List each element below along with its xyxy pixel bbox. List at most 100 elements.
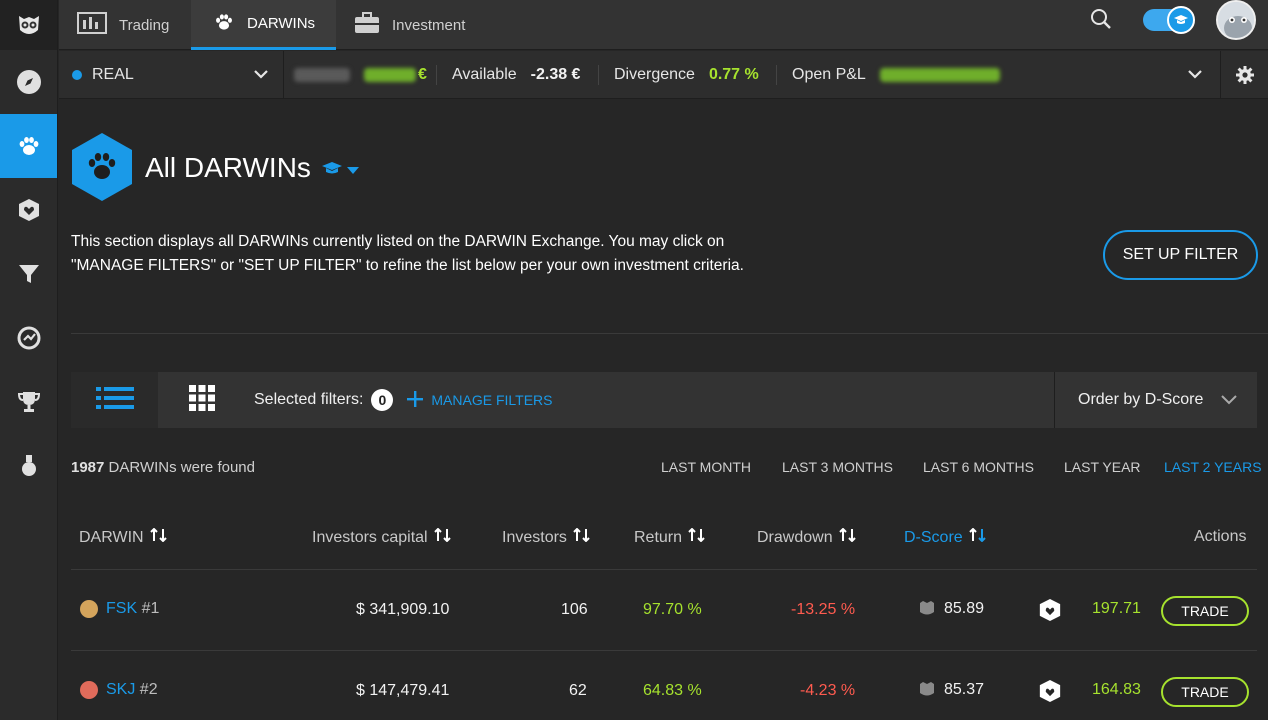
- dscore-paw-icon: [918, 599, 936, 622]
- period-last-2-years[interactable]: LAST 2 YEARS: [1164, 459, 1262, 475]
- tab-trading[interactable]: Trading: [59, 0, 191, 50]
- list-view-button[interactable]: [71, 372, 158, 428]
- chevron-down-icon[interactable]: [1187, 67, 1203, 86]
- period-last-month[interactable]: LAST MONTH: [661, 459, 751, 475]
- account-selector[interactable]: REAL: [59, 51, 284, 99]
- academy-mode-toggle[interactable]: [1143, 6, 1195, 34]
- backtest-icon[interactable]: [0, 306, 57, 370]
- medal-icon[interactable]: [0, 434, 57, 498]
- order-by-dropdown[interactable]: Order by D-Score: [1054, 372, 1257, 428]
- investors-count: 106: [561, 601, 588, 618]
- darwins-hexagon-icon: [71, 132, 133, 207]
- account-name: REAL: [92, 66, 134, 83]
- header-dscore-label: D-Score: [904, 528, 963, 546]
- avatar[interactable]: [1216, 0, 1256, 40]
- grid-view-button[interactable]: [158, 372, 245, 428]
- period-last-6-months[interactable]: LAST 6 MONTHS: [923, 459, 1034, 475]
- drawdown-value: -4.23 %: [800, 682, 856, 699]
- darwin-ticker: SKJ: [106, 681, 136, 698]
- header-drawdown[interactable]: Drawdown: [757, 527, 857, 547]
- paw-icon: [213, 11, 235, 37]
- trade-button[interactable]: TRADE: [1161, 596, 1249, 626]
- results-number: 1987: [71, 459, 105, 476]
- trade-button[interactable]: TRADE: [1161, 677, 1249, 707]
- shield-heart-icon[interactable]: [1039, 679, 1061, 708]
- top-navigation: Trading DARWINs Investment: [59, 0, 1268, 50]
- plus-icon: [407, 390, 424, 410]
- header-darwin-label: DARWIN: [79, 528, 144, 546]
- sort-desc-icon: [968, 527, 987, 547]
- divider: [776, 65, 777, 85]
- divider: [598, 65, 599, 85]
- graduation-cap-icon: [321, 160, 343, 181]
- equity-currency: €: [418, 66, 427, 83]
- hidden-value: [364, 68, 416, 82]
- trophy-icon[interactable]: [0, 370, 57, 434]
- search-icon[interactable]: [1090, 8, 1112, 35]
- gear-icon[interactable]: [1220, 51, 1268, 99]
- dscore-paw-icon: [918, 680, 936, 703]
- chevron-down-icon: [253, 67, 269, 86]
- period-last-3-months[interactable]: LAST 3 MONTHS: [782, 459, 893, 475]
- compass-icon[interactable]: [0, 50, 57, 114]
- table-row[interactable]: FSK #1 $ 341,909.10 106 97.70 % -13.25 %…: [71, 571, 1257, 651]
- order-by-label: Order by D-Score: [1078, 391, 1204, 408]
- manage-filters-button[interactable]: MANAGE FILTERS: [407, 390, 552, 410]
- graduation-cap-icon: [1167, 6, 1195, 34]
- divergence-value: 0.77 %: [708, 66, 759, 83]
- header-dscore[interactable]: D-Score: [904, 527, 987, 547]
- account-bar: REAL € Available -2.38 € Divergence 0.77…: [59, 51, 1268, 99]
- header-capital-label: Investors capital: [312, 528, 428, 546]
- tab-investment[interactable]: Investment: [336, 0, 496, 50]
- owl-logo-icon[interactable]: [0, 0, 57, 50]
- academy-dropdown[interactable]: [321, 160, 359, 181]
- darwin-name[interactable]: SKJ #2: [106, 681, 158, 699]
- tab-trading-label: Trading: [119, 16, 170, 34]
- header-actions: Actions: [1194, 528, 1247, 545]
- sort-icon: [688, 527, 706, 547]
- grid-icon: [188, 384, 215, 416]
- selected-filters: Selected filters: 0 MANAGE FILTERS: [254, 372, 552, 428]
- shield-heart-icon[interactable]: [0, 178, 57, 242]
- header-darwin[interactable]: DARWIN: [79, 527, 168, 547]
- tab-darwins[interactable]: DARWINs: [191, 0, 336, 50]
- header-investors[interactable]: Investors: [502, 527, 591, 547]
- period-last-year[interactable]: LAST YEAR: [1064, 459, 1141, 475]
- darwin-rank: #1: [141, 600, 160, 617]
- dscore-value: 85.89: [944, 600, 985, 617]
- briefcase-icon: [354, 12, 380, 38]
- header-investors-capital[interactable]: Investors capital: [312, 527, 452, 547]
- filter-toolbar: Selected filters: 0 MANAGE FILTERS Order…: [71, 372, 1257, 428]
- drawdown-value: -13.25 %: [791, 601, 856, 618]
- header-drawdown-label: Drawdown: [757, 528, 833, 546]
- header-return-label: Return: [634, 528, 683, 546]
- results-count: 1987 DARWINs were found: [71, 459, 255, 476]
- open-pl-stat: Open P&L: [792, 51, 1000, 99]
- darwin-color-dot: [80, 600, 98, 618]
- selected-filters-label: Selected filters:: [254, 391, 364, 408]
- chart-icon: [77, 12, 107, 38]
- list-icon: [95, 386, 134, 415]
- open-pl-label: Open P&L: [792, 66, 866, 83]
- header-investors-label: Investors: [502, 528, 567, 546]
- performance-value: 197.71: [1092, 600, 1141, 617]
- set-up-filter-button[interactable]: SET UP FILTER: [1103, 230, 1258, 280]
- filter-icon[interactable]: [0, 242, 57, 306]
- available-value: -2.38 €: [530, 66, 581, 83]
- dscore-value: 85.37: [944, 681, 985, 698]
- selected-filters-count: 0: [371, 389, 394, 411]
- equity-stat: €: [294, 51, 427, 99]
- available-label: Available: [452, 66, 517, 83]
- hidden-label: [294, 68, 350, 82]
- header-return[interactable]: Return: [634, 527, 706, 547]
- shield-heart-icon[interactable]: [1039, 598, 1061, 627]
- paw-icon[interactable]: [0, 114, 57, 178]
- tab-investment-label: Investment: [392, 16, 466, 34]
- account-status-dot: [72, 70, 82, 80]
- app-root: Trading DARWINs Investment REAL € Availa…: [0, 0, 1268, 720]
- darwin-name[interactable]: FSK #1: [106, 600, 159, 618]
- table-header: DARWIN Investors capital Investors Retur…: [71, 516, 1257, 570]
- sort-icon: [149, 527, 168, 547]
- results-suffix: DARWINs were found: [104, 459, 255, 476]
- table-row[interactable]: SKJ #2 $ 147,479.41 62 64.83 % -4.23 % 8…: [71, 652, 1257, 720]
